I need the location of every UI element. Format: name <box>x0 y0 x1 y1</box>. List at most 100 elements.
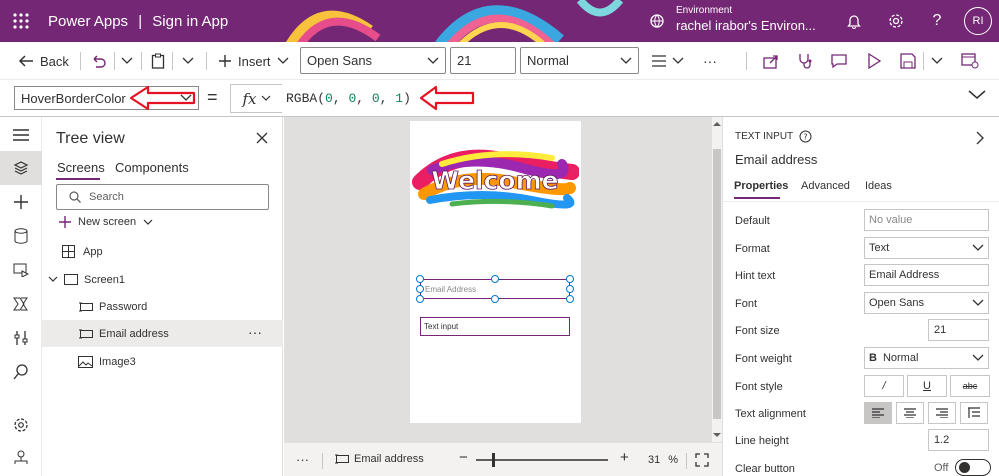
zoom-in-button[interactable]: + <box>620 449 629 466</box>
search-icon[interactable] <box>9 360 33 384</box>
tab-ideas[interactable]: Ideas <box>865 180 892 192</box>
app-checker-stethoscope-icon[interactable] <box>797 50 813 72</box>
comments-icon[interactable] <box>831 50 847 72</box>
undo-button[interactable] <box>90 50 106 72</box>
tab-screens[interactable]: Screens <box>57 160 105 175</box>
line-height-value: 1.2 <box>934 434 950 446</box>
align-center-button[interactable] <box>896 402 924 424</box>
app-launcher-icon[interactable] <box>12 12 30 30</box>
underline-button[interactable]: U <box>907 375 947 397</box>
resize-handle[interactable] <box>566 285 574 293</box>
justify-button[interactable] <box>960 402 988 424</box>
insert-button[interactable]: Insert <box>218 50 289 72</box>
property-row-format: Format Text <box>723 237 999 264</box>
canvas-vertical-scrollbar[interactable] <box>712 117 722 442</box>
undo-menu-chevron-icon[interactable] <box>121 50 133 72</box>
function-button[interactable]: fx <box>230 84 282 113</box>
scroll-up-icon[interactable] <box>712 119 722 127</box>
font-weight-dropdown[interactable]: Normal <box>520 47 639 74</box>
font-size-input[interactable]: 21 <box>928 319 989 341</box>
align-left-button[interactable] <box>864 402 892 424</box>
tree-item-email-address[interactable]: Email address ··· <box>42 320 283 347</box>
save-menu-chevron-icon[interactable] <box>931 50 943 72</box>
design-canvas[interactable]: Welcome Email Address Text input <box>284 117 712 442</box>
control-name[interactable]: Email address <box>735 152 817 167</box>
zoom-slider[interactable] <box>476 459 608 461</box>
property-label: Line height <box>735 435 789 447</box>
resize-handle[interactable] <box>566 275 574 283</box>
user-avatar[interactable]: RI <box>964 7 992 35</box>
chevron-down-icon <box>427 57 439 65</box>
data-cylinder-icon[interactable] <box>9 224 33 248</box>
help-circle-icon[interactable]: ? <box>799 130 812 143</box>
share-icon[interactable] <box>763 50 779 72</box>
fit-to-window-icon[interactable] <box>694 452 710 468</box>
chevron-right-icon[interactable] <box>973 131 987 145</box>
text-align-button[interactable] <box>652 50 684 72</box>
tree-search-input[interactable]: Search <box>56 184 269 210</box>
scrollbar-thumb[interactable] <box>713 149 721 419</box>
tab-advanced[interactable]: Advanced <box>801 180 850 192</box>
tree-item-screen1[interactable]: Screen1 <box>42 266 283 293</box>
back-button[interactable]: Back <box>18 50 69 72</box>
paste-button[interactable] <box>151 50 165 72</box>
resize-handle[interactable] <box>566 295 574 303</box>
welcome-image[interactable]: Welcome <box>412 142 579 218</box>
publish-icon[interactable] <box>961 50 979 72</box>
power-automate-icon[interactable] <box>9 292 33 316</box>
clear-button-toggle[interactable] <box>955 459 991 476</box>
resize-handle[interactable] <box>416 285 424 293</box>
status-more-button[interactable]: ··· <box>296 452 309 467</box>
new-screen-button[interactable]: New screen <box>59 216 153 228</box>
fx-label: fx <box>242 89 257 108</box>
preview-play-icon[interactable] <box>867 50 881 72</box>
tree-item-app[interactable]: App <box>42 238 283 265</box>
settings-gear-icon[interactable] <box>885 10 907 32</box>
font-family-dropdown[interactable]: Open Sans <box>300 47 446 74</box>
environment-icon[interactable] <box>646 10 668 32</box>
close-icon[interactable] <box>254 130 270 146</box>
default-value-input[interactable]: No value <box>864 209 989 231</box>
notifications-icon[interactable] <box>843 10 865 32</box>
tree-item-password[interactable]: Password <box>42 293 283 320</box>
tree-item-image3[interactable]: Image3 <box>42 348 283 375</box>
app-screen[interactable]: Welcome Email Address Text input <box>410 121 581 423</box>
text-input-control[interactable]: Text input <box>420 317 570 336</box>
page-name[interactable]: Sign in App <box>152 13 228 30</box>
font-dropdown[interactable]: Open Sans <box>864 292 989 314</box>
strikethrough-button[interactable]: abc <box>950 375 990 397</box>
expand-formula-chevron-icon[interactable] <box>968 90 986 100</box>
hamburger-menu-icon[interactable] <box>9 123 33 147</box>
resize-handle[interactable] <box>491 295 499 303</box>
environment-name[interactable]: rachel irabor's Environ... <box>676 18 816 33</box>
paste-clipboard-icon <box>151 53 165 69</box>
font-weight-dropdown[interactable]: B Normal <box>864 347 989 369</box>
resize-handle[interactable] <box>416 275 424 283</box>
media-icon[interactable] <box>9 258 33 282</box>
help-icon[interactable]: ? <box>926 10 948 32</box>
tab-components[interactable]: Components <box>115 160 189 175</box>
align-right-button[interactable] <box>928 402 956 424</box>
paste-menu-chevron-icon[interactable] <box>182 50 194 72</box>
scroll-down-icon[interactable] <box>712 431 722 439</box>
formula-input[interactable]: RGBA(0, 0, 0, 1) <box>282 84 962 113</box>
settings-gear-icon[interactable] <box>9 413 33 437</box>
line-height-input[interactable]: 1.2 <box>928 429 989 451</box>
zoom-out-button[interactable]: − <box>459 449 468 466</box>
resize-handle[interactable] <box>491 275 499 283</box>
hint-text-input[interactable]: Email Address <box>864 264 989 286</box>
default-value: No value <box>869 214 913 226</box>
selected-control-breadcrumb[interactable]: Email address <box>334 453 424 465</box>
font-size-input[interactable]: 21 <box>450 47 516 74</box>
save-icon[interactable] <box>900 50 916 72</box>
resize-handle[interactable] <box>416 295 424 303</box>
format-dropdown[interactable]: Text <box>864 237 989 259</box>
insert-plus-icon[interactable] <box>9 190 33 214</box>
tab-properties[interactable]: Properties <box>734 180 788 192</box>
more-commands-button[interactable]: ··· <box>703 50 717 72</box>
italic-button[interactable]: / <box>864 375 904 397</box>
virtual-agent-icon[interactable] <box>9 445 33 469</box>
zoom-slider-thumb[interactable] <box>492 453 495 467</box>
advanced-tools-icon[interactable] <box>9 326 33 350</box>
more-options-button[interactable]: ··· <box>248 324 262 340</box>
